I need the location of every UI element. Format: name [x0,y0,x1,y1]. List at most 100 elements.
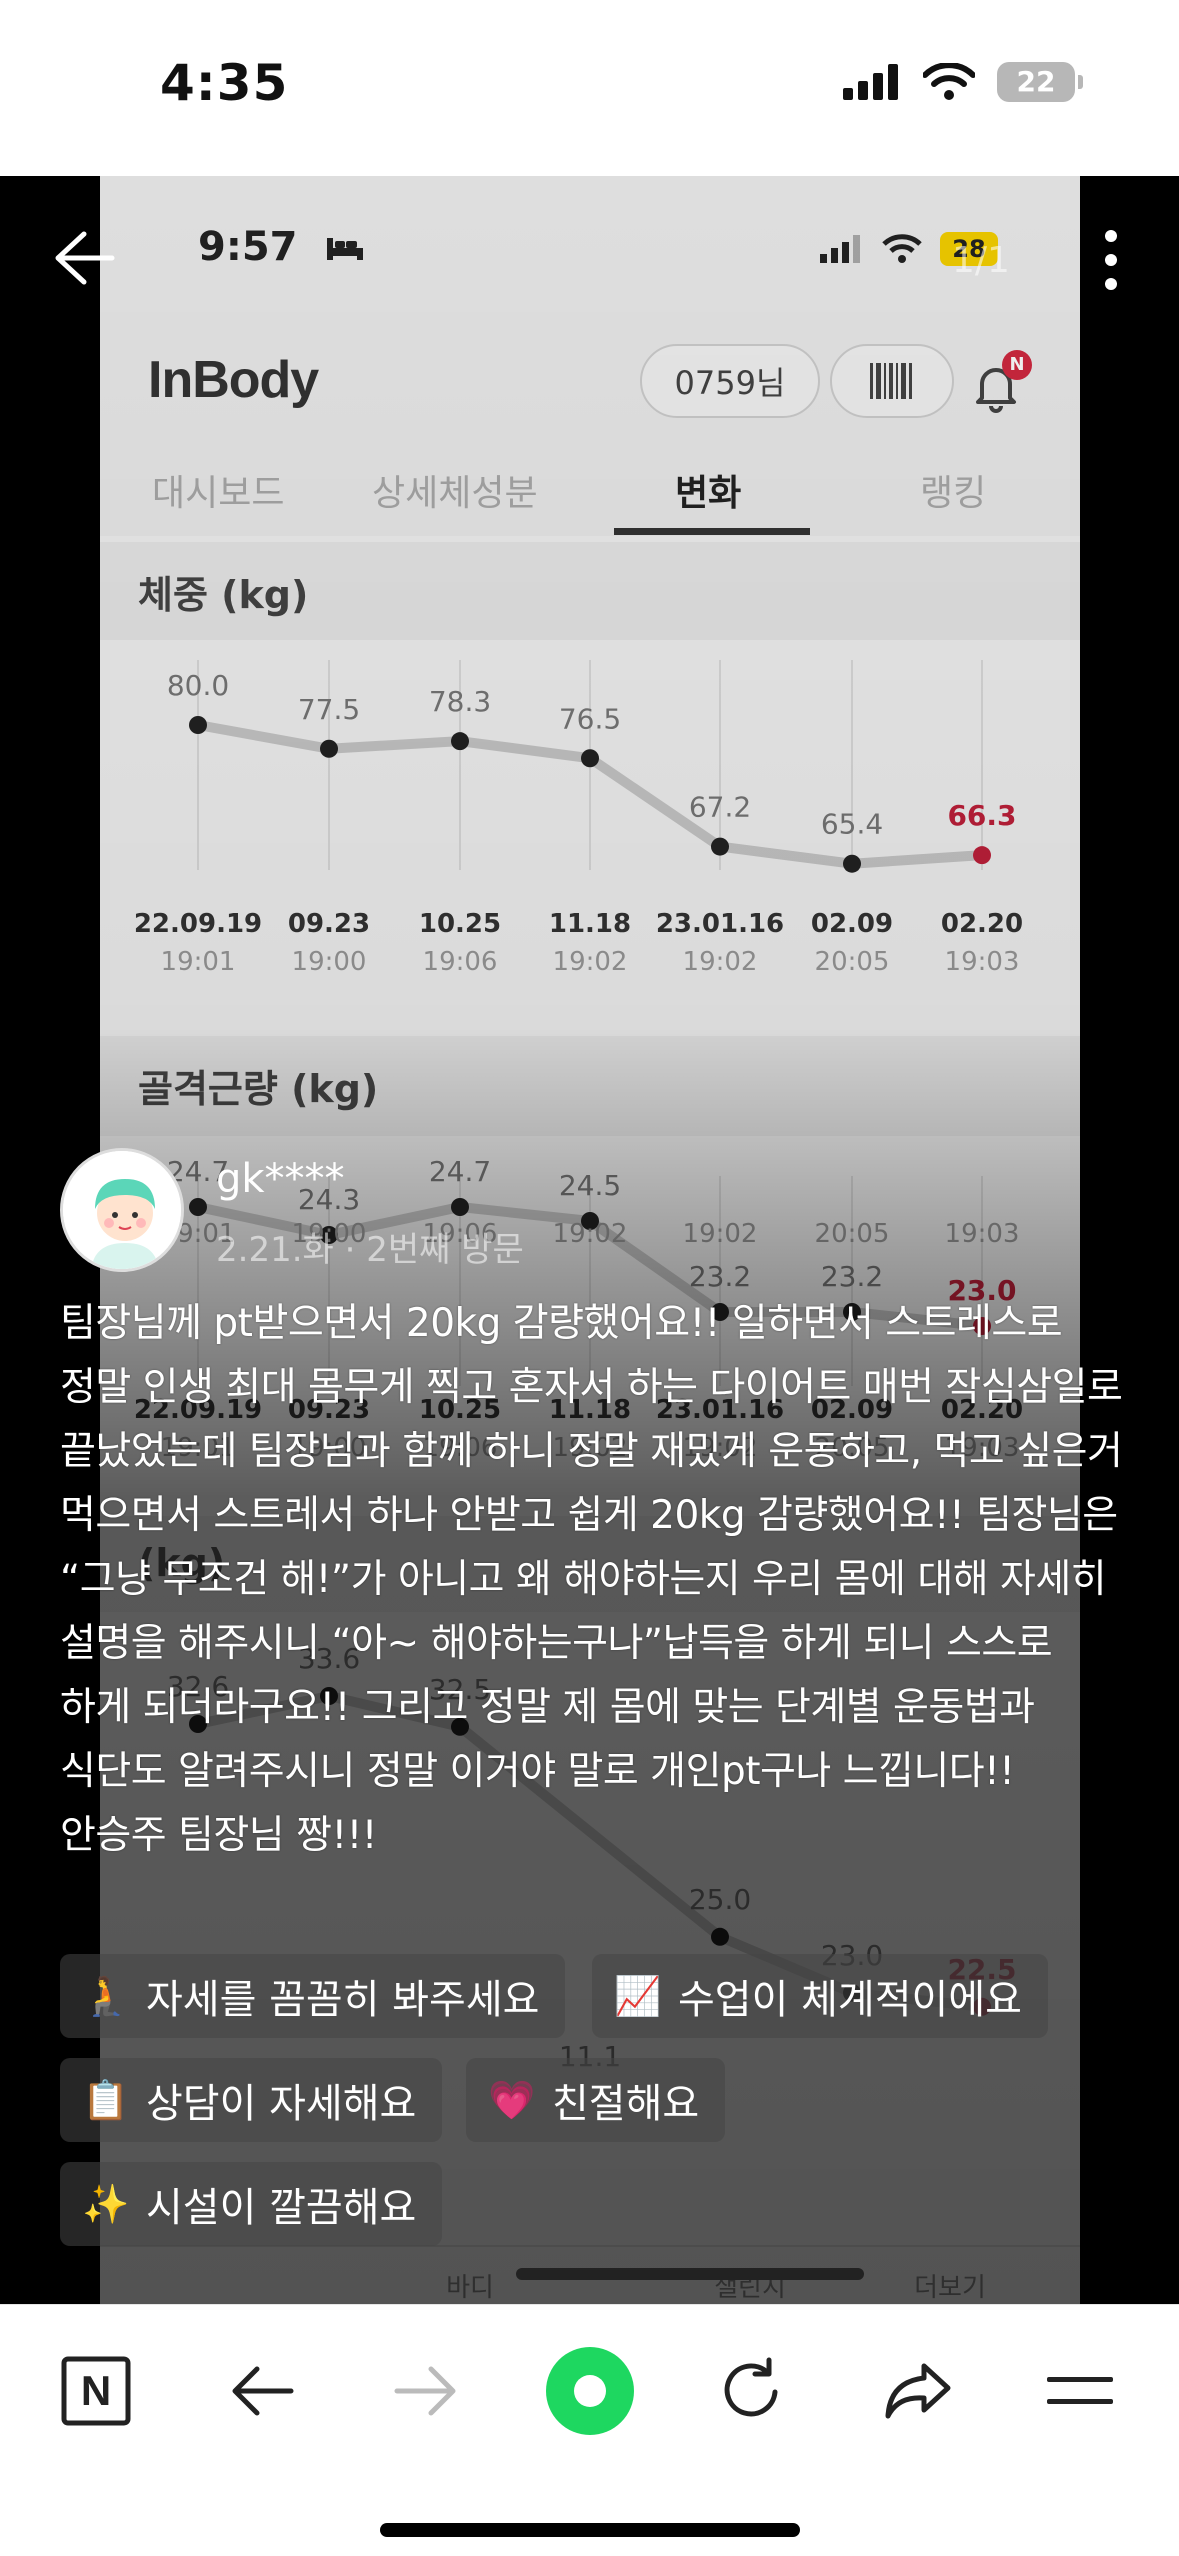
wifi-icon [923,63,975,100]
data-label: 23.2 [821,1260,883,1293]
data-label: 76.5 [559,702,621,735]
photo-tab-change: 변화 [675,473,742,514]
photo-wifi-icon [882,234,922,263]
reviewer-name[interactable]: gk**** [216,1156,345,1202]
menu-button[interactable] [1040,2351,1120,2431]
time-label: 19:06 [423,947,498,977]
fat-time-label: 19:02 [683,1219,758,1249]
date-label: 23.01.16 [656,909,784,939]
system-status-bar: 4:35 22 [0,0,1179,176]
date-label: 02.20 [941,909,1023,939]
home-indicator [380,2523,800,2537]
tag-label: 상담이 자세해요 [146,2081,417,2127]
data-point [189,716,207,734]
barcode-icon [830,344,954,418]
browser-back-button[interactable] [222,2351,302,2431]
date-label: 10.25 [419,909,501,939]
data-label: 24.7 [429,1155,491,1188]
fat-time-label: 20:05 [815,1219,890,1249]
fat-time-label: 19:03 [945,1219,1020,1249]
data-label: 80.0 [167,669,229,702]
tag-consultation: 📋 상담이 자세해요 [60,2058,443,2142]
photo-tab-ranking: 랭킹 [920,473,987,514]
data-label: 67.2 [689,791,751,824]
time-label: 19:01 [161,947,236,977]
clipboard-icon: 📋 [82,2077,130,2122]
naver-n-icon: N [61,2356,131,2426]
battery-icon: 22 [997,62,1083,102]
tag-clean: ✨ 시설이 깔끔해요 [60,2162,443,2246]
weight-title: 체중 (kg) [138,573,309,617]
visit-meta: 2.21.화 · 2번째 방문 [216,1230,524,1270]
image-viewer: 9:57 28 InBody 0759님 N 대시보드 상세체성분 변화 랭킹 … [0,176,1179,2304]
browser-forward-button[interactable] [386,2351,466,2431]
data-label: 23.2 [689,1260,751,1293]
data-point [320,739,338,758]
sparkles-icon: ✨ [82,2181,130,2226]
fat-time-label: 19:02 [553,1219,628,1249]
photo-clock: 9:57 [198,224,298,270]
fat-data-point [711,1927,729,1946]
weight-card-header: 체중 (kg) [100,542,1080,640]
photo-tab-detail: 상세체성분 [372,473,538,514]
data-point [189,1198,207,1216]
data-point [451,1198,469,1216]
photo-signal-icon [820,235,860,263]
user-avatar[interactable] [60,1148,184,1272]
time-label: 19:02 [683,947,758,977]
time-label: 19:00 [292,947,367,977]
left-arrow-icon [232,2366,294,2416]
photo-status-bar: 9:57 28 [100,176,1080,316]
tag-kind: 💗 친절해요 [466,2058,726,2142]
date-label: 11.18 [549,909,631,939]
fat-data-label: 25.0 [689,1883,751,1916]
date-label: 22.09.19 [134,909,262,939]
photo-user-pill: 0759님 [640,344,820,418]
date-label: 02.09 [811,909,893,939]
inbody-logo: InBody [148,351,319,409]
muscle-card-header: 골격근량 (kg) [100,1036,1080,1136]
tag-systematic: 📈 수업이 체계적이에요 [592,1954,1048,2038]
green-dot-button[interactable] [542,2343,638,2439]
tag-label: 수업이 체계적이에요 [678,1977,1022,2023]
clock: 4:35 [160,54,289,112]
share-arrow-icon [885,2363,951,2419]
naver-home-button[interactable]: N [56,2351,136,2431]
share-button[interactable] [878,2351,958,2431]
chart-up-icon: 📈 [614,1973,662,2018]
hamburger-icon [1047,2377,1113,2404]
tag-posture: 🧎 자세를 꼼꼼히 봐주세요 [60,1954,566,2038]
nav-label: 더보기 [914,2273,986,2303]
lunge-icon: 🧎 [82,1973,130,2018]
photo-app-header: InBody 0759님 N [100,316,1080,436]
right-arrow-icon [394,2366,456,2416]
weight-chart-svg: 80.0 77.5 78.3 76.5 67.2 65.4 66.3 22.09.19 09.2… [134,660,1023,977]
data-label: 78.3 [429,685,491,718]
refresh-icon [724,2357,778,2417]
naver-n-label: N [81,2367,111,2414]
refresh-button[interactable] [712,2351,792,2431]
data-point [451,732,469,751]
photo-home-indicator [516,2268,864,2280]
back-arrow-icon[interactable] [50,228,116,288]
bed-icon [327,238,363,260]
photo-notification-badge: N [1002,350,1032,380]
data-label: 66.3 [947,799,1016,832]
page-counter: 1/1 [952,240,1010,281]
data-label: 77.5 [298,693,360,726]
tag-label: 자세를 꼼꼼히 봐주세요 [146,1977,540,2023]
time-label: 19:02 [553,947,628,977]
data-point [711,837,729,856]
review-text: 팀장님께 pt받으면서 20kg 감량했어요!! 일하면서 스트레스로 정말 인… [60,1301,1123,1858]
photo-tabs: 대시보드 상세체성분 변화 랭킹 [100,436,1080,536]
data-point [581,749,599,768]
tag-label: 친절해요 [552,2081,700,2127]
green-dot-icon [546,2347,634,2435]
more-options-icon[interactable] [1103,228,1119,292]
muscle-title: 골격근량 (kg) [138,1067,379,1111]
data-label: 24.5 [559,1169,621,1202]
status-icons: 22 [843,62,1083,102]
nav-label: 바디 [446,2273,494,2303]
heart-icon: 💗 [488,2077,536,2122]
browser-toolbar: N [0,2304,1179,2556]
